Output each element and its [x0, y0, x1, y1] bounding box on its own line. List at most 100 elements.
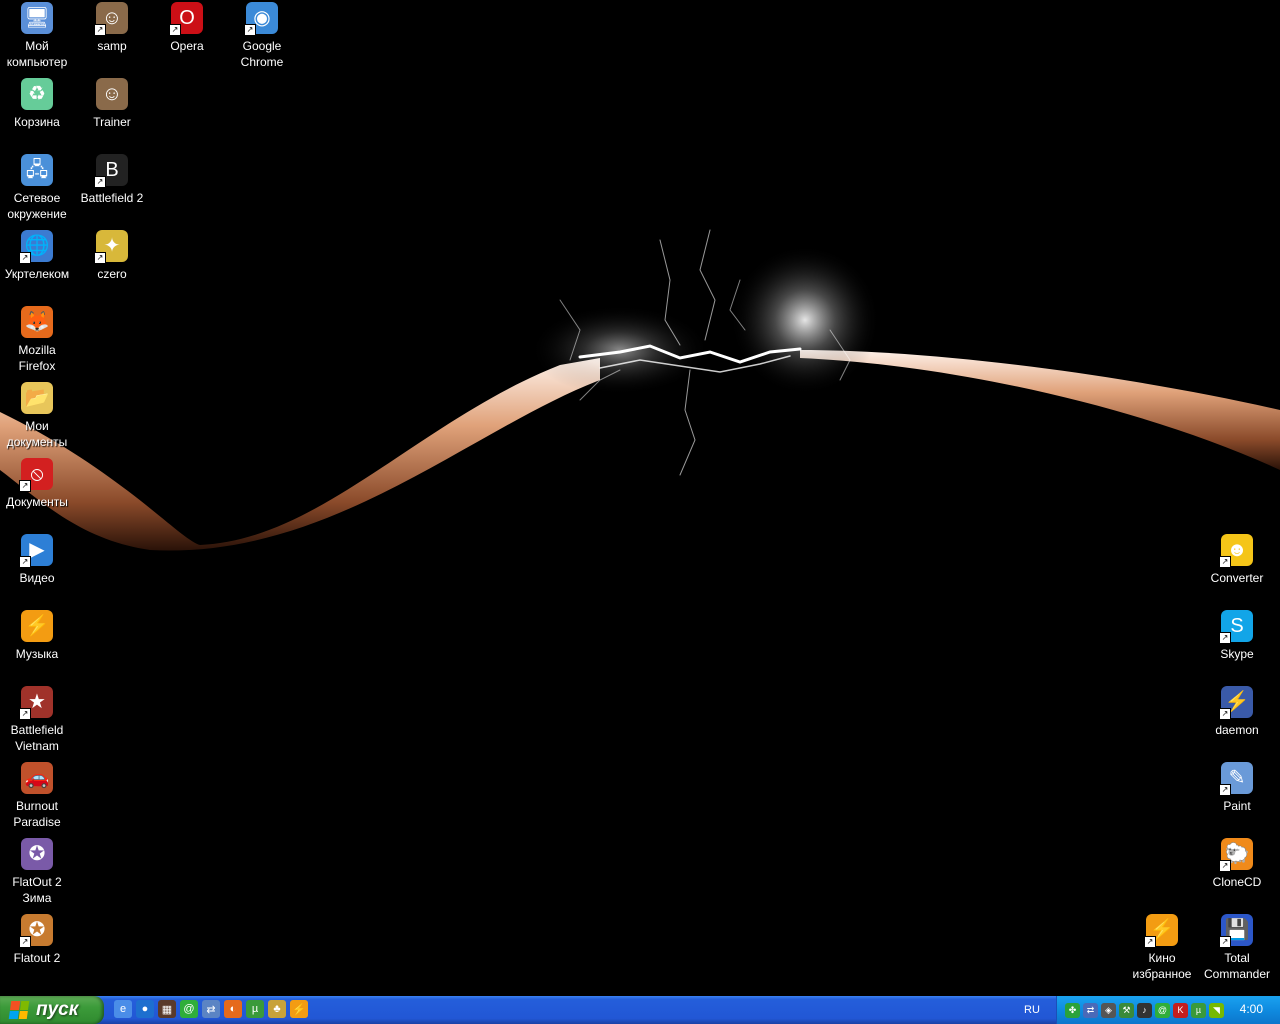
quick-launch-bar: e ● ▦ @ ⇄ ◐ µ ♣ ⚡ — [114, 1000, 308, 1018]
shortcut-arrow-icon: ↗ — [19, 708, 31, 720]
firefox-icon: 🦊 — [21, 306, 53, 338]
shortcut-arrow-icon: ↗ — [1219, 708, 1231, 720]
utorrent-icon[interactable]: µ — [246, 1000, 264, 1018]
my-computer-icon: 🖥 — [21, 2, 53, 34]
desktop-shortcut[interactable]: 🖧 Сетевое окружение — [0, 154, 75, 222]
shortcut-arrow-icon: ↗ — [19, 556, 31, 568]
desktop-shortcut[interactable]: ☺ ↗ samp — [74, 2, 150, 54]
desktop-shortcut-label: Музыка — [15, 647, 59, 661]
tray-kaspersky-icon[interactable]: K — [1173, 1002, 1188, 1018]
desktop-shortcut-label: Total Commander — [1203, 951, 1271, 981]
tray-clover-icon[interactable]: ✤ — [1065, 1002, 1080, 1018]
flatout2-icon: ✪ ↗ — [19, 914, 53, 948]
desktop-shortcut-label: samp — [97, 39, 127, 53]
desktop: 🖥 Мой компьютер ♻ Корзина 🖧 Сетевое окружение… — [0, 0, 1280, 996]
desktop-shortcut[interactable]: ★ ↗ Battlefield Vietnam — [0, 686, 75, 754]
desktop-shortcut[interactable]: ◉ ↗ Google Chrome — [224, 2, 300, 70]
desktop-shortcut[interactable]: ⚡ Музыка — [0, 610, 75, 662]
shortcut-arrow-icon: ↗ — [94, 24, 106, 36]
tool-icon[interactable]: ♣ — [268, 1000, 286, 1018]
shortcut-arrow-icon: ↗ — [19, 936, 31, 948]
desktop-shortcut-label: Paint — [1223, 799, 1251, 813]
desktop-shortcut-label: daemon — [1215, 723, 1259, 737]
desktop-shortcut[interactable]: ☻ ↗ Converter — [1199, 534, 1275, 586]
desktop-shortcut[interactable]: 🦊 Mozilla Firefox — [0, 306, 75, 374]
desktop-shortcut[interactable]: ▶ ↗ Видео — [0, 534, 75, 586]
tray-shield-icon[interactable]: ◈ — [1101, 1002, 1116, 1018]
tray-tool-icon[interactable]: ⚒ — [1119, 1002, 1134, 1018]
desktop-shortcut[interactable]: ✎ ↗ Paint — [1199, 762, 1275, 814]
desktop-shortcut[interactable]: 🌐 ↗ Укртелеком — [0, 230, 75, 282]
winamp-icon[interactable]: ⚡ — [290, 1000, 308, 1018]
desktop-shortcut[interactable]: ✪ FlatOut 2 Зима — [0, 838, 75, 906]
documents-icon: ⦸ ↗ — [19, 458, 53, 492]
desktop-shortcut[interactable]: 🖥 Мой компьютер — [0, 2, 75, 70]
my-documents-icon: 📂 — [21, 382, 53, 414]
music-icon: ⚡ — [21, 610, 53, 642]
tray-volume-icon[interactable]: ♪ — [1137, 1002, 1152, 1018]
desktop-shortcut[interactable]: ⦸ ↗ Документы — [0, 458, 75, 510]
desktop-shortcut-label: Flatout 2 — [13, 951, 61, 965]
flatout2-winter-icon: ✪ — [21, 838, 53, 870]
desktop-shortcut-label: Мои документы — [6, 419, 68, 449]
desktop-shortcut[interactable]: ⚡ ↗ daemon — [1199, 686, 1275, 738]
daemon-tools-icon: ⚡ ↗ — [1219, 686, 1253, 720]
shortcut-arrow-icon: ↗ — [1144, 936, 1156, 948]
total-commander-icon: 💾 ↗ — [1219, 914, 1253, 948]
desktop-shortcut-label: Battlefield Vietnam — [10, 723, 64, 753]
czero-icon: ✦ ↗ — [94, 230, 128, 264]
desktop-shortcut[interactable]: B ↗ Battlefield 2 — [74, 154, 150, 206]
desktop-shortcut[interactable]: ⚡ ↗ Кино избранное — [1124, 914, 1200, 982]
desktop-shortcut[interactable]: ✪ ↗ Flatout 2 — [0, 914, 75, 966]
desktop-shortcut-label: Сетевое окружение — [7, 191, 67, 221]
shortcut-arrow-icon: ↗ — [244, 24, 256, 36]
show-desktop-icon[interactable]: e — [114, 1000, 132, 1018]
desktop-shortcut[interactable]: O ↗ Opera — [149, 2, 225, 54]
tray-utorrent-icon[interactable]: µ — [1191, 1002, 1206, 1018]
tray-nvidia-icon[interactable]: ◥ — [1209, 1002, 1224, 1018]
wallpaper-lightning-ribbon — [0, 229, 1280, 551]
skype-icon: S ↗ — [1219, 610, 1253, 644]
start-label: пуск — [36, 999, 79, 1020]
desktop-shortcut[interactable]: ✦ ↗ czero — [74, 230, 150, 282]
network-icon[interactable]: ⇄ — [202, 1000, 220, 1018]
tray-icq-icon[interactable]: @ — [1155, 1002, 1170, 1018]
tray-network-icon[interactable]: ⇄ — [1083, 1002, 1098, 1018]
globe-icon[interactable]: ● — [136, 1000, 154, 1018]
recycle-bin-icon: ♻ — [21, 78, 53, 110]
desktop-shortcut[interactable]: 💾 ↗ Total Commander — [1199, 914, 1275, 982]
clonecd-icon: 🐑 ↗ — [1219, 838, 1253, 872]
desktop-shortcut[interactable]: 📂 Мои документы — [0, 382, 75, 450]
google-chrome-icon: ◉ ↗ — [244, 2, 278, 36]
desktop-shortcut-label: Кино избранное — [1132, 951, 1192, 981]
shortcut-arrow-icon: ↗ — [1219, 936, 1231, 948]
media-icon[interactable]: ▦ — [158, 1000, 176, 1018]
desktop-shortcut[interactable]: ☺ Trainer — [74, 78, 150, 130]
start-button[interactable]: пуск — [0, 996, 104, 1024]
desktop-shortcut[interactable]: ♻ Корзина — [0, 78, 75, 130]
converter-icon: ☻ ↗ — [1219, 534, 1253, 568]
desktop-shortcut-label: Trainer — [93, 115, 131, 129]
shortcut-arrow-icon: ↗ — [1219, 784, 1231, 796]
samp-icon: ☺ ↗ — [94, 2, 128, 36]
shortcut-arrow-icon: ↗ — [1219, 860, 1231, 872]
ukrtelecom-icon: 🌐 ↗ — [19, 230, 53, 264]
desktop-shortcut-label: Укртелеком — [4, 267, 70, 281]
icq-icon[interactable]: @ — [180, 1000, 198, 1018]
desktop-shortcut-label: Burnout Paradise — [13, 799, 61, 829]
firefox-ql-icon[interactable]: ◐ — [224, 1000, 242, 1018]
shortcut-arrow-icon: ↗ — [1219, 556, 1231, 568]
windows-flag-icon — [8, 1001, 30, 1019]
trainer-icon: ☺ — [96, 78, 128, 110]
desktop-shortcut-label: Converter — [1210, 571, 1264, 585]
language-indicator[interactable]: RU — [1022, 1001, 1042, 1019]
shortcut-arrow-icon: ↗ — [94, 176, 106, 188]
desktop-shortcut-label: Корзина — [14, 115, 60, 129]
network-places-icon: 🖧 — [21, 154, 53, 186]
desktop-shortcut[interactable]: 🐑 ↗ CloneCD — [1199, 838, 1275, 890]
desktop-shortcut-label: Видео — [19, 571, 55, 585]
desktop-shortcut[interactable]: 🚗 Burnout Paradise — [0, 762, 75, 830]
desktop-shortcut[interactable]: S ↗ Skype — [1199, 610, 1275, 662]
clock[interactable]: 4:00 — [1240, 1002, 1263, 1016]
opera-icon: O ↗ — [169, 2, 203, 36]
